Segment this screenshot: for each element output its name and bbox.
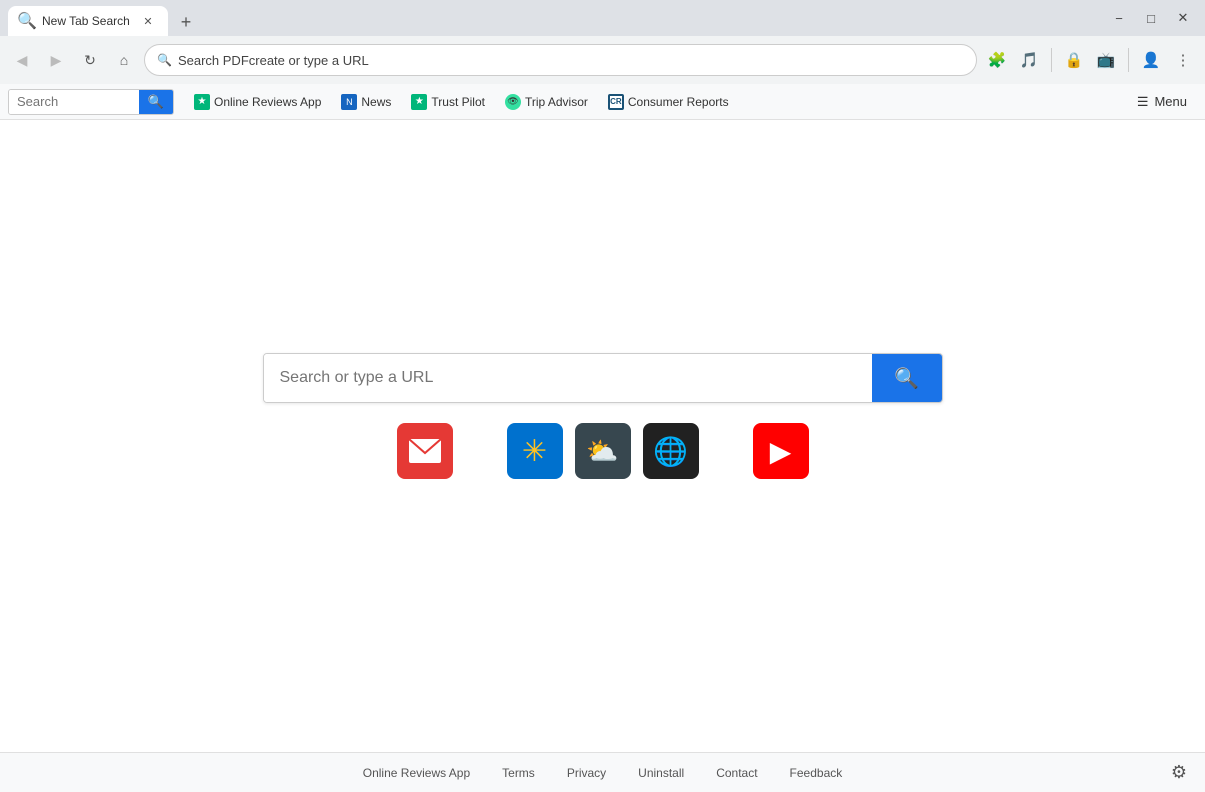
tab-strip: 🔍 New Tab Search ✕ + <box>8 0 1105 36</box>
bookmark-trust-pilot[interactable]: ★ Trust Pilot <box>403 91 493 113</box>
footer-privacy[interactable]: Privacy <box>551 766 622 780</box>
window-controls: − □ ✕ <box>1105 4 1197 32</box>
bookmark-online-reviews-app-label: Online Reviews App <box>214 95 321 109</box>
tab-favicon-icon: 🔍 <box>20 14 34 28</box>
new-tab-button[interactable]: + <box>172 8 200 36</box>
search-input[interactable] <box>9 90 139 114</box>
bookmark-online-reviews-app[interactable]: ★ Online Reviews App <box>186 91 329 113</box>
center-search-bar[interactable]: 🔍 <box>263 353 943 403</box>
menu-label: Menu <box>1154 94 1187 109</box>
footer-contact[interactable]: Contact <box>700 766 773 780</box>
tab-title: New Tab Search <box>42 14 132 28</box>
main-content: 🔍 ✳ ⛅ 🌐 <box>0 120 1205 752</box>
reload-button[interactable]: ↻ <box>76 46 104 74</box>
titlebar: 🔍 New Tab Search ✕ + − □ ✕ <box>0 0 1205 36</box>
back-button[interactable]: ◀ <box>8 46 36 74</box>
more-button[interactable]: ⋮ <box>1169 46 1197 74</box>
bookmark-news-label: News <box>361 95 391 109</box>
consumer-reports-icon: CR <box>608 94 624 110</box>
home-button[interactable]: ⌂ <box>110 46 138 74</box>
shortcut-weather[interactable]: ⛅ <box>575 423 631 479</box>
tripadvisor-icon: 👁 <box>505 94 521 110</box>
toolbar-divider <box>1051 48 1052 72</box>
center-search-button[interactable]: 🔍 <box>872 354 942 402</box>
shortcut-gmail[interactable] <box>397 423 453 479</box>
menu-button[interactable]: ☰ Menu <box>1127 90 1197 114</box>
footer-uninstall[interactable]: Uninstall <box>622 766 700 780</box>
lock-button[interactable]: 🔒 <box>1060 46 1088 74</box>
tab-close-button[interactable]: ✕ <box>140 13 156 29</box>
footer-terms[interactable]: Terms <box>486 766 551 780</box>
address-bar[interactable]: 🔍 Search PDFcreate or type a URL <box>144 44 977 76</box>
toolbar-divider-2 <box>1128 48 1129 72</box>
news-globe-icon: 🌐 <box>653 435 688 468</box>
shortcut-walmart[interactable]: ✳ <box>507 423 563 479</box>
music-button[interactable]: 🎵 <box>1015 46 1043 74</box>
addressbar-row: ◀ ▶ ↻ ⌂ 🔍 Search PDFcreate or type a URL… <box>0 36 1205 84</box>
forward-button[interactable]: ▶ <box>42 46 70 74</box>
footer-online-reviews-app[interactable]: Online Reviews App <box>347 766 486 780</box>
bookmark-trip-advisor-label: Trip Advisor <box>525 95 588 109</box>
search-icon: 🔍 <box>157 53 172 67</box>
shortcuts-row: ✳ ⛅ 🌐 ▶ <box>397 423 809 479</box>
footer-feedback[interactable]: Feedback <box>774 766 859 780</box>
maximize-button[interactable]: □ <box>1137 4 1165 32</box>
bookmark-trust-pilot-label: Trust Pilot <box>431 95 485 109</box>
search-widget[interactable]: 🔍 <box>8 89 174 115</box>
center-search-icon: 🔍 <box>894 366 919 391</box>
trustpilot-icon: ★ <box>411 94 427 110</box>
bookmark-consumer-reports-label: Consumer Reports <box>628 95 729 109</box>
close-button[interactable]: ✕ <box>1169 4 1197 32</box>
online-reviews-app-icon: ★ <box>194 94 210 110</box>
shortcut-youtube[interactable]: ▶ <box>753 423 809 479</box>
cast-button[interactable]: 📺 <box>1092 46 1120 74</box>
hamburger-icon: ☰ <box>1137 94 1149 110</box>
bookmark-news[interactable]: N News <box>333 91 399 113</box>
shortcut-news[interactable]: 🌐 <box>643 423 699 479</box>
extensions-button[interactable]: 🧩 <box>983 46 1011 74</box>
bookmark-consumer-reports[interactable]: CR Consumer Reports <box>600 91 737 113</box>
active-tab[interactable]: 🔍 New Tab Search ✕ <box>8 6 168 36</box>
weather-icon: ⛅ <box>586 436 618 467</box>
center-search-input[interactable] <box>264 354 872 402</box>
youtube-play-icon: ▶ <box>770 435 792 468</box>
toolbar-icons: 🧩 🎵 🔒 📺 👤 ⋮ <box>983 46 1197 74</box>
bookmark-trip-advisor[interactable]: 👁 Trip Advisor <box>497 91 596 113</box>
profile-button[interactable]: 👤 <box>1137 46 1165 74</box>
minimize-button[interactable]: − <box>1105 4 1133 32</box>
settings-gear-button[interactable]: ⚙ <box>1165 759 1193 787</box>
news-icon: N <box>341 94 357 110</box>
search-submit-button[interactable]: 🔍 <box>139 89 173 115</box>
bookmarks-bar: 🔍 ★ Online Reviews App N News ★ Trust Pi… <box>0 84 1205 120</box>
center-search-container: 🔍 ✳ ⛅ 🌐 <box>263 353 943 479</box>
gmail-icon <box>409 439 441 463</box>
footer: Online Reviews App Terms Privacy Uninsta… <box>0 752 1205 792</box>
walmart-spark-icon: ✳ <box>522 434 547 469</box>
address-text: Search PDFcreate or type a URL <box>178 53 964 68</box>
